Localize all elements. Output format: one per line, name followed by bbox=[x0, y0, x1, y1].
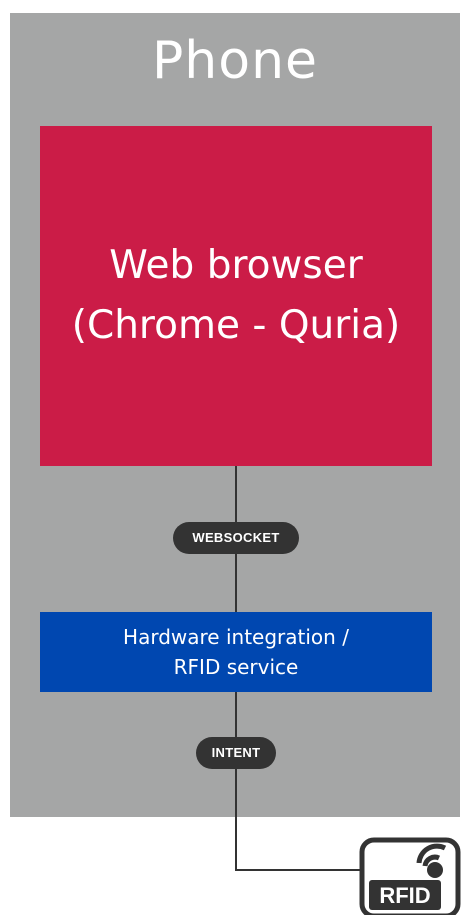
connector-intent-to-device-horizontal bbox=[235, 869, 365, 871]
rfid-device-label: RFID bbox=[379, 883, 430, 908]
web-browser-label: Web browser bbox=[109, 243, 363, 288]
hardware-integration-label: Hardware integration / bbox=[123, 625, 349, 649]
web-browser-sublabel: (Chrome - Quria) bbox=[71, 303, 401, 348]
intent-pill: INTENT bbox=[196, 737, 276, 769]
connector-websocket-to-service bbox=[235, 552, 237, 614]
web-browser-box: Web browser (Chrome - Quria) bbox=[40, 126, 432, 466]
websocket-pill: WEBSOCKET bbox=[173, 522, 299, 554]
rfid-service-label: RFID service bbox=[173, 655, 299, 679]
connector-service-to-intent bbox=[235, 692, 237, 739]
phone-title: Phone bbox=[151, 31, 319, 91]
connector-intent-to-device-vertical bbox=[235, 767, 237, 871]
hardware-integration-box: Hardware integration / RFID service bbox=[40, 612, 432, 692]
rfid-reader-icon: RFID bbox=[359, 828, 462, 915]
connector-browser-to-websocket bbox=[235, 466, 237, 524]
